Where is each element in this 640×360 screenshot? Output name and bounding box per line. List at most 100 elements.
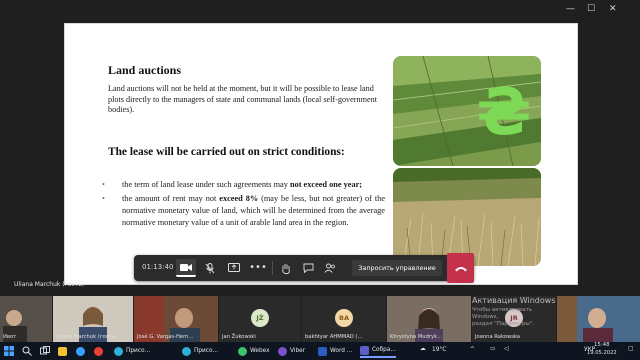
taskbar-app[interactable]	[94, 344, 106, 358]
participant-avatar: BA	[335, 309, 353, 327]
participant-tile[interactable]: José G. Vargas-Hern...	[134, 296, 218, 342]
taskbar-app[interactable]	[76, 344, 88, 358]
bullet-emphasis: exceed 8%	[219, 194, 259, 203]
word-icon	[318, 346, 327, 356]
search-button[interactable]	[22, 344, 32, 358]
taskbar-app[interactable]: Webex	[238, 344, 270, 358]
volume-icon[interactable]: ◁	[504, 346, 508, 352]
taskbar-app[interactable]: Присо...	[114, 344, 150, 358]
participant-name: Joanna Rakowska	[475, 334, 520, 340]
network-icon[interactable]: ▭	[490, 346, 495, 352]
taskbar-app[interactable]: Присо...	[182, 344, 218, 358]
hryvnia-symbol-icon: ₴	[477, 76, 532, 150]
farm-fields-image: ₴	[393, 56, 541, 166]
camera-icon	[180, 263, 192, 271]
mic-button[interactable]	[200, 259, 220, 277]
request-control-button[interactable]: Запросить управление	[352, 260, 442, 276]
windows-taskbar: Присо... Присо... Webex Viber Word ... С…	[0, 342, 640, 360]
taskbar-app[interactable]: Word ...	[318, 344, 352, 358]
bullet-lease-term: • the term of land lease under such agree…	[102, 179, 385, 191]
participant-tile[interactable]: Uliana Marchuk (гость)	[53, 296, 133, 342]
activation-text: Чтобы активировать Windows, раздел "Пара…	[472, 307, 558, 328]
clock-date[interactable]: 19.05.2022	[587, 350, 617, 356]
share-screen-button[interactable]	[224, 259, 244, 277]
bullet-dot-icon: •	[102, 180, 105, 189]
bullet-text: the term of land lease under such agreem…	[122, 180, 290, 189]
chat-button[interactable]	[298, 259, 318, 277]
raise-hand-button[interactable]	[276, 259, 296, 277]
temperature[interactable]: 19°C	[432, 347, 446, 353]
participants-button[interactable]	[320, 259, 340, 277]
participant-name: Ивот	[3, 334, 17, 340]
edge-icon	[114, 346, 123, 356]
taskbar-app[interactable]: Viber	[278, 344, 305, 358]
raise-hand-icon	[282, 263, 290, 274]
call-timer: 01:13:40	[142, 263, 174, 271]
participant-name: Jan Žukowski	[222, 334, 256, 340]
start-button[interactable]	[4, 344, 14, 358]
hang-up-button[interactable]	[447, 253, 474, 283]
taskbar-app[interactable]	[58, 344, 70, 358]
bullet-text: the amount of rent may not	[122, 194, 220, 203]
participant-tile[interactable]: Khrystyna Mudryk...	[387, 296, 471, 342]
bullet-dot-icon: •	[102, 194, 105, 203]
taskbar-app-label: Присо...	[194, 348, 219, 354]
maximize-icon[interactable]: ☐	[587, 4, 595, 14]
participant-name: bakhtyar AHMMAD (...	[305, 334, 363, 340]
activation-line: раздел "Параметры".	[472, 321, 534, 327]
call-control-bar: 01:13:40 ••• Запросить управление	[134, 253, 474, 283]
participant-name: Uliana Marchuk (гость)	[56, 334, 117, 340]
slide-title: Land auctions	[108, 63, 182, 77]
webex-icon	[238, 346, 247, 356]
tray-chevron-icon[interactable]: ^	[470, 347, 475, 353]
teams-meeting-window: — ☐ ✕ Land auctions Land auctions will n…	[0, 0, 640, 360]
teams-icon	[360, 345, 369, 355]
participant-tile[interactable]	[557, 296, 640, 342]
taskbar-app-label: Собра...	[372, 347, 396, 353]
participant-avatar: JŽ	[251, 309, 269, 327]
chrome-icon	[94, 346, 103, 356]
camera-button[interactable]	[176, 259, 196, 277]
windows-start-icon	[4, 346, 14, 356]
taskbar-app-active[interactable]: Собра...	[360, 344, 396, 358]
divider	[272, 261, 273, 275]
participant-tile[interactable]: JŽ Jan Žukowski	[219, 296, 301, 342]
presenter-name: Uliana Marchuk (гость)	[14, 281, 85, 288]
activation-line: Чтобы активировать Windows,	[472, 307, 533, 320]
share-screen-icon	[228, 263, 240, 272]
taskbar-app-label: Webex	[250, 348, 270, 354]
mic-off-icon	[205, 262, 215, 273]
hang-up-icon	[454, 266, 467, 271]
participant-name: José G. Vargas-Hern...	[137, 334, 194, 340]
taskbar-app-label: Word ...	[330, 348, 353, 354]
notifications-icon[interactable]: ▢	[628, 346, 633, 352]
taskbar-app-label: Присо...	[126, 348, 151, 354]
more-options-button[interactable]: •••	[248, 259, 268, 277]
browser-icon	[76, 346, 85, 356]
close-icon[interactable]: ✕	[609, 4, 617, 14]
wild-grass-field-image	[393, 168, 541, 266]
participant-tile[interactable]: BA bakhtyar AHMMAD (...	[302, 296, 386, 342]
activation-title: Активация Windows	[472, 296, 556, 305]
task-view-button[interactable]	[40, 344, 50, 358]
windows-activation-watermark: Активация Windows Чтобы активировать Win…	[472, 296, 558, 328]
bullet-rent-amount: • the amount of rent may not exceed 8% (m…	[102, 193, 385, 229]
folder-icon	[58, 346, 67, 356]
slide-bullets: • the term of land lease under such agree…	[102, 179, 385, 231]
clock-time[interactable]: 15:48	[594, 342, 610, 348]
weather-icon[interactable]: ☁	[420, 346, 426, 352]
search-icon	[22, 346, 32, 356]
participants-icon	[324, 263, 335, 273]
taskbar-app-label: Viber	[290, 348, 306, 354]
edge-icon	[182, 346, 191, 356]
chat-icon	[303, 263, 313, 273]
bullet-emphasis: not exceed one year;	[289, 180, 363, 189]
slide-intro: Land auctions will not be held at the mo…	[108, 84, 377, 115]
more-icon: •••	[249, 262, 267, 273]
slide-subtitle: The lease will be carried out on strict …	[108, 146, 345, 158]
participant-video	[557, 296, 640, 342]
viber-icon	[278, 346, 287, 356]
participant-tile[interactable]: Ивот	[0, 296, 52, 342]
task-view-icon	[40, 346, 50, 355]
minimize-icon[interactable]: —	[566, 4, 575, 14]
